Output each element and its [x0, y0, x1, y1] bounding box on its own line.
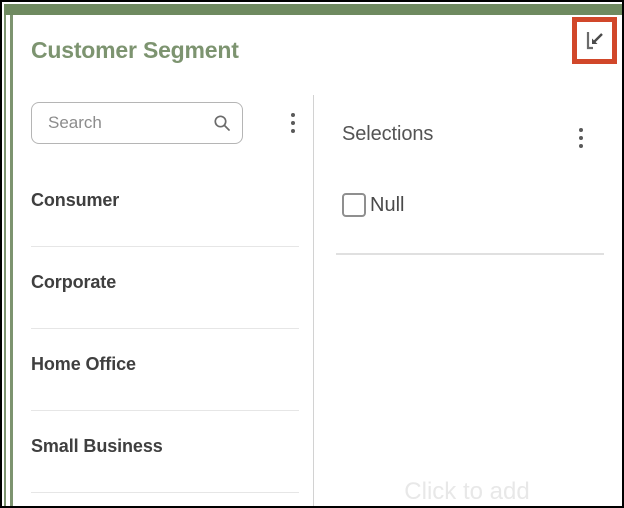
kebab-dot — [579, 144, 583, 148]
kebab-dot — [291, 121, 295, 125]
list-item-label: Consumer — [31, 190, 120, 210]
selections-panel: Selections Null Click to add — [314, 15, 620, 506]
selections-panel-menu-button[interactable] — [571, 123, 591, 153]
list-item[interactable]: Home Office — [13, 329, 313, 411]
kebab-dot — [291, 113, 295, 117]
click-to-add-placeholder[interactable]: Click to add — [314, 478, 620, 506]
search-input[interactable] — [48, 113, 208, 133]
kebab-dot — [579, 128, 583, 132]
search-icon[interactable] — [212, 113, 232, 133]
kebab-dot — [579, 136, 583, 140]
kebab-dot — [291, 129, 295, 133]
filter-pane-window: Customer Segment Search Consumer Corpora… — [0, 0, 624, 508]
values-panel: Consumer Corporate Home Office Small Bus… — [13, 15, 313, 506]
selections-title: Selections — [342, 123, 434, 145]
accent-top-band — [4, 4, 622, 15]
null-option-row[interactable]: Null — [342, 193, 404, 217]
list-item[interactable]: Small Business — [13, 411, 313, 493]
list-item-label: Corporate — [31, 272, 117, 292]
values-panel-menu-button[interactable] — [283, 108, 303, 138]
list-item-label: Home Office — [31, 354, 136, 374]
search-box[interactable] — [31, 102, 243, 144]
list-item[interactable]: Corporate — [13, 247, 313, 329]
list-item[interactable]: Consumer — [13, 165, 313, 247]
search-row — [31, 102, 296, 144]
null-checkbox[interactable] — [342, 193, 366, 217]
selections-divider — [336, 253, 604, 255]
list-item-label: Small Business — [31, 436, 163, 456]
pane-body: Customer Segment Search Consumer Corpora… — [13, 15, 620, 506]
null-option-label: Null — [370, 193, 405, 216]
list-item-divider — [31, 492, 299, 493]
value-list: Consumer Corporate Home Office Small Bus… — [13, 165, 313, 493]
